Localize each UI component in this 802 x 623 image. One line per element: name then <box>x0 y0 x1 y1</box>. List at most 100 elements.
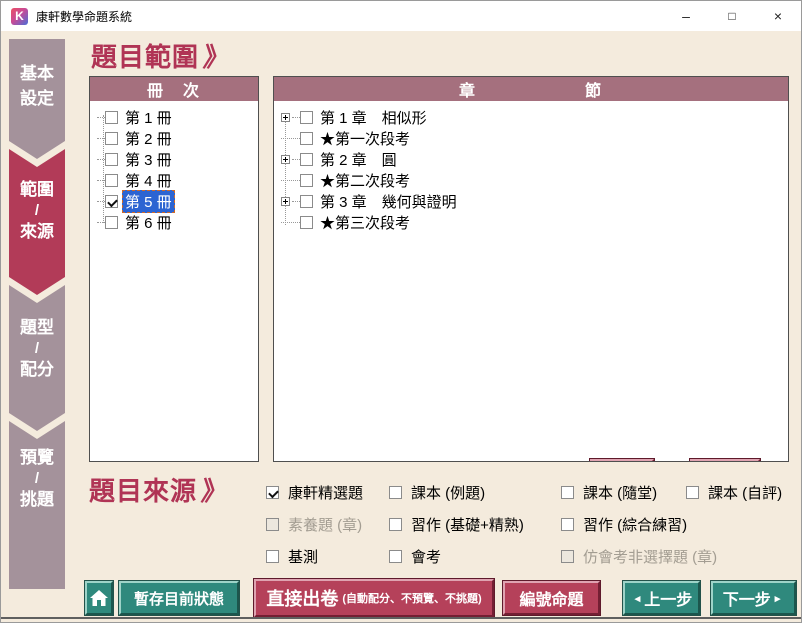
exam-label[interactable]: ★第一次段考 <box>317 127 413 150</box>
checkbox[interactable] <box>300 111 313 124</box>
save-state-button[interactable]: 暫存目前狀態 <box>119 581 239 615</box>
source-section-title: 題目來源》 <box>89 471 229 508</box>
source-option-basic-test[interactable]: 基測 <box>266 546 318 566</box>
checkbox[interactable] <box>266 550 279 563</box>
checkbox[interactable] <box>300 153 313 166</box>
checkbox[interactable] <box>300 174 313 187</box>
volume-item-6[interactable]: 第 6 冊 <box>90 212 258 233</box>
sidebar-tab-scope-source[interactable]: 範圍 / 來源 <box>9 149 65 295</box>
volume-item-3[interactable]: 第 3 冊 <box>90 149 258 170</box>
chapter-item-1[interactable]: 第 1 章 相似形 <box>274 107 788 128</box>
checkbox[interactable] <box>300 132 313 145</box>
tree-connector <box>97 117 105 118</box>
source-option-textbook-inclass[interactable]: 課本 (隨堂) <box>561 482 657 502</box>
expand-plus-icon[interactable] <box>281 197 290 206</box>
volume-item-1[interactable]: 第 1 冊 <box>90 107 258 128</box>
tree-connector <box>281 222 300 223</box>
source-option-mock-exam-disabled: 仿會考非選擇題 (章) <box>561 546 717 566</box>
source-option-comprehensive-exam[interactable]: 會考 <box>389 546 441 566</box>
window-bottom-edge <box>1 617 802 619</box>
checkbox[interactable] <box>105 153 118 166</box>
chapter-panel-header: 章 節 <box>274 77 788 101</box>
checkbox[interactable] <box>105 132 118 145</box>
volume-panel-header: 冊 次 <box>90 77 258 101</box>
sidebar-tab-label: 預覽 / 挑題 <box>9 445 65 512</box>
chapter-label[interactable]: 第 3 章 幾何與證明 <box>317 190 460 213</box>
source-option-kanghsuan-selected[interactable]: 康軒精選題 <box>266 482 363 502</box>
title-bar: K 康軒數學命題系統 – □ × <box>1 1 801 31</box>
checkbox[interactable] <box>389 550 402 563</box>
tree-connector <box>292 201 300 202</box>
checkbox[interactable] <box>105 174 118 187</box>
previous-step-button[interactable]: ◂ 上一步 <box>623 581 700 615</box>
volume-label[interactable]: 第 6 冊 <box>122 211 175 234</box>
sidebar-tab-question-types[interactable]: 題型 / 配分 <box>9 285 65 431</box>
checkbox[interactable] <box>105 216 118 229</box>
source-option-textbook-selfcheck[interactable]: 課本 (自評) <box>686 482 782 502</box>
volume-label-selected[interactable]: 第 5 冊 <box>122 190 175 213</box>
volume-label[interactable]: 第 1 冊 <box>122 106 175 129</box>
chapter-label[interactable]: 第 2 章 圓 <box>317 148 400 171</box>
exam-item-1[interactable]: ★第一次段考 <box>274 128 788 149</box>
volume-panel: 冊 次 第 1 冊 第 2 冊 第 3 冊 第 4 冊 <box>89 76 259 462</box>
maximize-icon[interactable]: □ <box>709 1 755 31</box>
deselect-all-button[interactable]: 取消全選 <box>690 459 760 461</box>
checkbox-checked[interactable] <box>266 486 279 499</box>
checkbox[interactable] <box>105 111 118 124</box>
close-icon[interactable]: × <box>755 1 801 31</box>
source-option-workbook-basic[interactable]: 習作 (基礎+精熟) <box>389 514 524 534</box>
checkbox-disabled <box>266 518 279 531</box>
source-option-textbook-examples[interactable]: 課本 (例題) <box>389 482 485 502</box>
tree-connector <box>292 117 300 118</box>
volume-label[interactable]: 第 4 冊 <box>122 169 175 192</box>
exam-item-3[interactable]: ★第三次段考 <box>274 212 788 233</box>
checkbox[interactable] <box>300 195 313 208</box>
home-button[interactable] <box>85 581 113 615</box>
app-icon: K <box>11 8 28 25</box>
exam-item-2[interactable]: ★第二次段考 <box>274 170 788 191</box>
right-arrow-icon: ▸ <box>775 592 781 605</box>
volume-label[interactable]: 第 3 冊 <box>122 148 175 171</box>
sidebar-tab-basic-settings[interactable]: 基本 設定 <box>9 39 65 159</box>
tree-connector <box>292 159 300 160</box>
sidebar-tab-label: 題型 / 配分 <box>9 315 65 382</box>
expand-plus-icon[interactable] <box>281 113 290 122</box>
home-icon <box>90 590 108 606</box>
tree-connector <box>97 138 105 139</box>
chapter-panel: 章 節 第 1 章 相似形 ★第一次段考 第 2 章 圓 <box>273 76 789 462</box>
chapter-item-2[interactable]: 第 2 章 圓 <box>274 149 788 170</box>
tree-connector <box>97 222 105 223</box>
double-angle-icon: 》 <box>199 471 231 508</box>
volume-tree: 第 1 冊 第 2 冊 第 3 冊 第 4 冊 第 5 冊 <box>90 101 258 461</box>
chapter-label[interactable]: 第 1 章 相似形 <box>317 106 430 129</box>
volume-label[interactable]: 第 2 冊 <box>122 127 175 150</box>
exam-label[interactable]: ★第二次段考 <box>317 169 413 192</box>
chapter-item-3[interactable]: 第 3 章 幾何與證明 <box>274 191 788 212</box>
checkbox[interactable] <box>300 216 313 229</box>
tree-connector <box>97 201 105 202</box>
checkbox-checked[interactable] <box>105 195 118 208</box>
checkbox[interactable] <box>389 486 402 499</box>
volume-item-5[interactable]: 第 5 冊 <box>90 191 258 212</box>
sidebar-tab-label: 範圍 / 來源 <box>9 177 65 244</box>
checkbox[interactable] <box>389 518 402 531</box>
expand-plus-icon[interactable] <box>281 155 290 164</box>
checkbox[interactable] <box>686 486 699 499</box>
sidebar-tab-preview-pick[interactable]: 預覽 / 挑題 <box>9 421 65 589</box>
checkbox[interactable] <box>561 486 574 499</box>
volume-item-2[interactable]: 第 2 冊 <box>90 128 258 149</box>
sidebar-tab-label: 基本 設定 <box>9 61 65 111</box>
volume-item-4[interactable]: 第 4 冊 <box>90 170 258 191</box>
checkbox[interactable] <box>561 518 574 531</box>
exam-label[interactable]: ★第三次段考 <box>317 211 413 234</box>
next-step-button[interactable]: 下一步 ▸ <box>711 581 796 615</box>
window-controls: – □ × <box>663 1 801 31</box>
scope-section-title: 題目範圍》 <box>91 37 231 74</box>
numbered-generate-button[interactable]: 編號命題 <box>503 581 600 615</box>
minimize-icon[interactable]: – <box>663 1 709 31</box>
direct-generate-button[interactable]: 直接出卷 (自動配分、不預覽、不挑題) <box>254 579 494 617</box>
tree-connector <box>97 159 105 160</box>
source-option-workbook-practice[interactable]: 習作 (綜合練習) <box>561 514 687 534</box>
select-all-button[interactable]: 全部選取 <box>590 459 654 461</box>
direct-generate-subtext: (自動配分、不預覽、不挑題) <box>342 590 481 606</box>
